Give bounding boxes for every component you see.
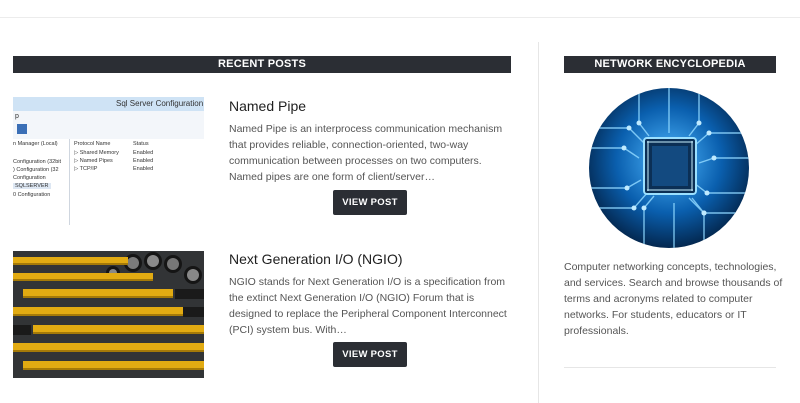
post-excerpt: NGIO stands for Next Generation I/O is a… [229, 276, 507, 336]
help-icon [17, 124, 27, 134]
thumb-row-status: Enabled [133, 166, 154, 172]
post-thumbnail-named-pipe[interactable]: Sql Server Configuration M p n Manager (… [13, 97, 204, 225]
thumb-tree-item: 0 Configuration [13, 192, 51, 198]
thumb-tree-item: ) Configuration (32 [13, 167, 59, 173]
thumb-row-status: Enabled [133, 158, 154, 164]
thumb-protocol-list: Protocol Name Status ▷ Shared Memory Ena… [70, 139, 204, 225]
circuit-chip-icon [589, 88, 749, 248]
view-post-button[interactable]: VIEW POST [333, 190, 407, 215]
motherboard-slots-image [13, 251, 204, 378]
thumb-window-title: Sql Server Configuration M [116, 99, 204, 108]
thumb-tree-pane: n Manager (Local) Configuration (32bit )… [13, 139, 70, 225]
thumb-col-header: Status [133, 141, 149, 147]
thumb-tree-item: Configuration [13, 175, 46, 181]
thumb-tree-item-selected: SQLSERVER [13, 183, 51, 189]
top-divider [0, 17, 800, 18]
thumb-menu-letter: p [15, 113, 19, 120]
thumb-row-name: TCP/IP [79, 166, 98, 172]
thumb-col-header: Protocol Name [74, 141, 111, 147]
thumb-window-titlebar: Sql Server Configuration M [13, 97, 204, 111]
post-title-ngio[interactable]: Next Generation I/O (NGIO) [229, 251, 403, 267]
post-excerpt: Named Pipe is an interprocess communicat… [229, 123, 503, 183]
recent-posts-heading: RECENT POSTS [13, 56, 511, 73]
thumb-tree-item: Configuration (32bit [13, 159, 62, 165]
thumb-row-status: Enabled [133, 150, 154, 156]
sidebar-divider [538, 42, 539, 403]
network-encyclopedia-heading: NETWORK ENCYCLOPEDIA [564, 56, 776, 73]
post-thumbnail-ngio[interactable] [13, 251, 204, 378]
thumb-row-name: Shared Memory [79, 150, 119, 156]
view-post-button[interactable]: VIEW POST [333, 342, 407, 367]
post-title-named-pipe[interactable]: Named Pipe [229, 98, 306, 114]
circuit-board-image[interactable] [589, 88, 749, 248]
thumb-tree-item: n Manager (Local) [13, 141, 58, 147]
thumb-window-toolbar: p [13, 111, 204, 140]
sidebar-rule [564, 367, 776, 368]
encyclopedia-description: Computer networking concepts, technologi… [564, 261, 783, 337]
thumb-row-name: Named Pipes [79, 158, 113, 164]
